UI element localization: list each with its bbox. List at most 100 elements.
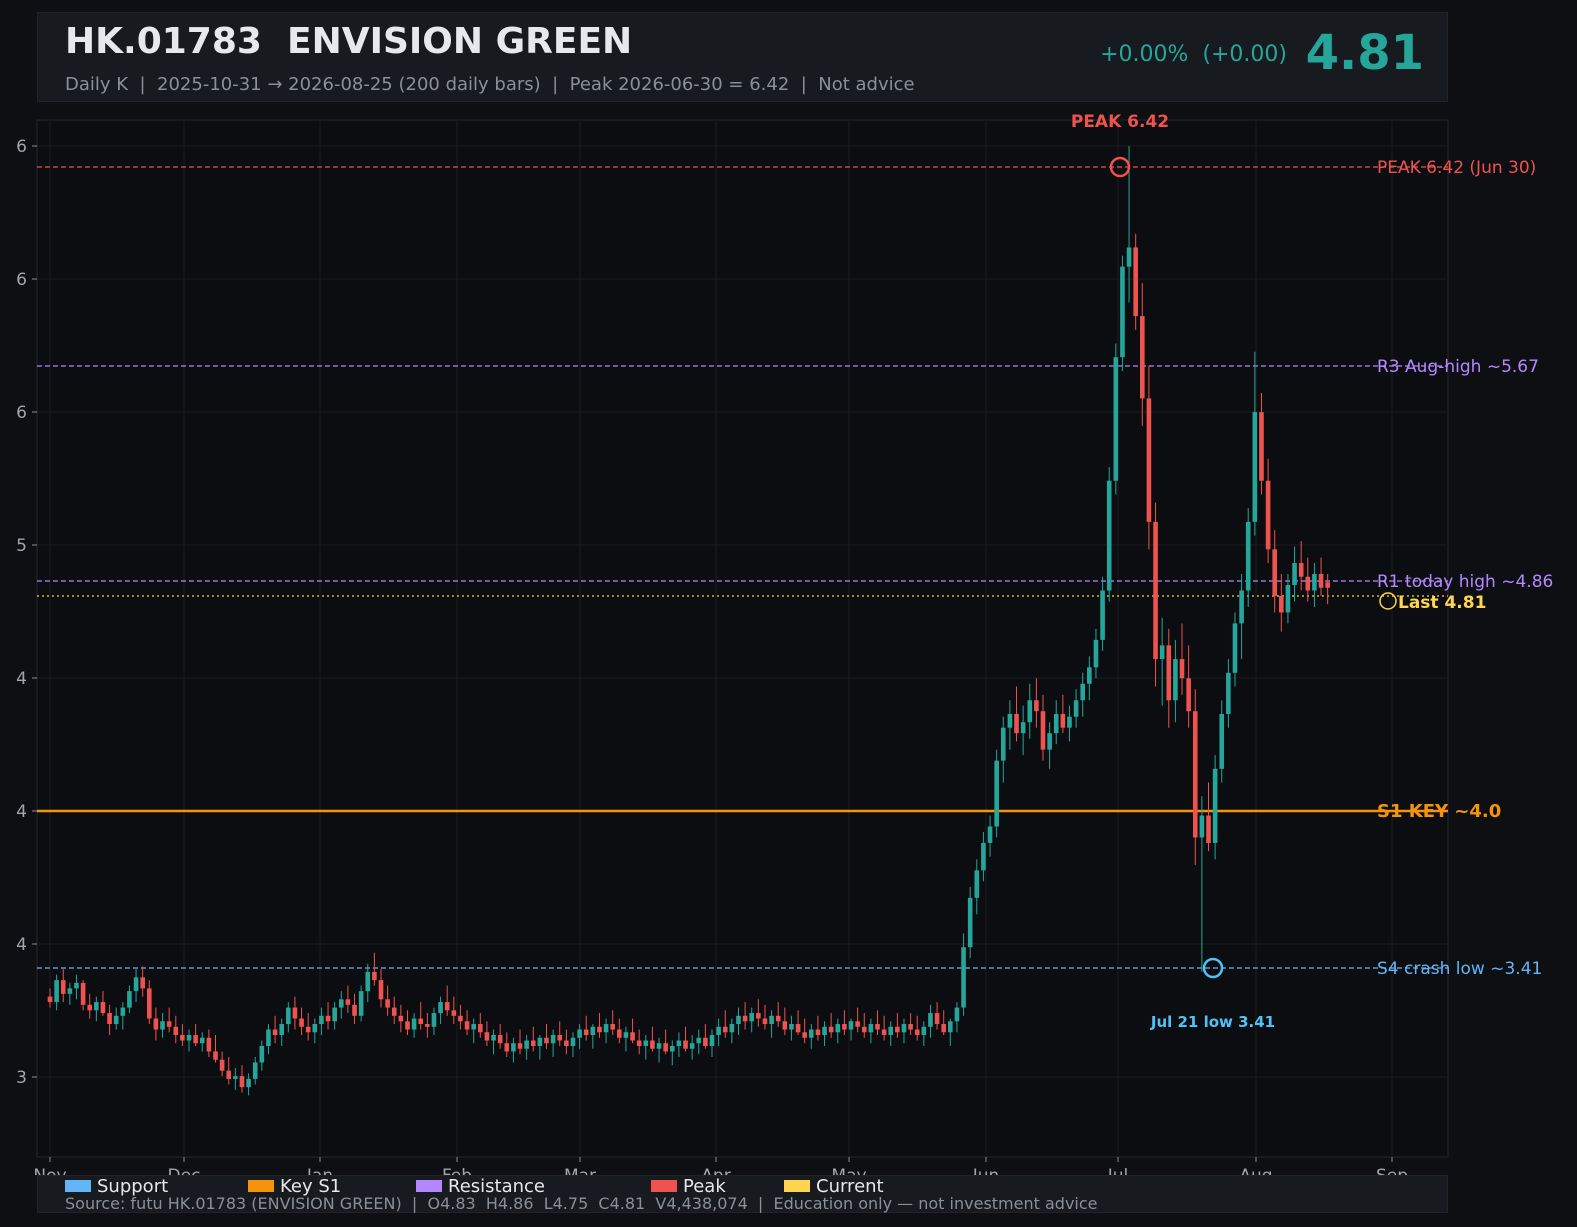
candle-body — [133, 977, 139, 992]
candle-body — [941, 1024, 946, 1033]
candle-body — [1153, 521, 1158, 660]
x-tick-label: Apr — [701, 1166, 730, 1175]
candle-body — [332, 1007, 337, 1022]
candle-body — [815, 1029, 821, 1036]
candle-body — [471, 1024, 476, 1030]
legend-item-resistance: Resistance — [416, 1176, 545, 1197]
candle-body — [1292, 563, 1297, 585]
candle-body — [716, 1026, 721, 1036]
candle-body — [782, 1021, 788, 1030]
candle-body — [206, 1037, 212, 1052]
candle-body — [345, 999, 351, 1005]
candle-body — [689, 1043, 695, 1049]
candle-body — [418, 1018, 424, 1025]
candle-body — [1000, 727, 1006, 761]
candle-body — [1212, 768, 1218, 843]
candle-body — [94, 1002, 99, 1011]
candle-body — [484, 1032, 490, 1041]
candle-body — [1120, 266, 1125, 358]
candle-body — [272, 1029, 278, 1036]
candle-body — [1159, 645, 1165, 660]
candle-body — [451, 1010, 457, 1016]
candle-body — [881, 1029, 887, 1036]
candle-body — [199, 1037, 205, 1044]
y-tick-label: 6 — [16, 137, 27, 157]
candle-body — [1067, 716, 1072, 728]
candle-body — [974, 870, 980, 898]
x-tick-label: Sep — [1376, 1166, 1408, 1175]
candle-body — [756, 1013, 761, 1019]
candle-body — [934, 1013, 940, 1025]
candle-body — [709, 1035, 715, 1046]
candle-body — [358, 991, 364, 1016]
candle-body — [193, 1035, 198, 1044]
candle-body — [1040, 711, 1046, 750]
y-tick-label: 6 — [16, 270, 27, 290]
candle-body — [762, 1018, 768, 1025]
candle-body — [1199, 815, 1205, 838]
candle-body — [186, 1035, 192, 1041]
candle-body — [458, 1015, 463, 1022]
y-tick-label: 4 — [16, 802, 27, 822]
candle-body — [603, 1024, 609, 1033]
y-tick-label: 5 — [16, 536, 27, 556]
candle-body — [1265, 480, 1271, 550]
candle-body — [550, 1035, 556, 1044]
legend-item-peak: Peak — [651, 1176, 726, 1197]
candle-body — [120, 1007, 126, 1016]
peak-annotation: PEAK 6.42 — [1071, 112, 1169, 132]
candle-body — [1027, 700, 1033, 723]
level-label-support: S4 crash low ~3.41 — [1377, 959, 1542, 979]
candle-body — [1312, 574, 1317, 591]
candle-body — [213, 1051, 218, 1060]
candle-body — [1093, 639, 1099, 668]
candle-body — [908, 1024, 913, 1030]
candle-body — [564, 1040, 569, 1046]
candle-body — [378, 980, 384, 1000]
candle-body — [1325, 582, 1330, 588]
candle-body — [438, 1002, 443, 1014]
candle-body — [411, 1018, 417, 1030]
candle-body — [87, 1004, 93, 1011]
level-label-key_s1: S1 KEY ~4.0 — [1377, 801, 1501, 822]
candle-body — [113, 1015, 119, 1025]
candle-body — [246, 1078, 251, 1088]
source-note: Source: futu HK.01783 (ENVISION GREEN) |… — [65, 1194, 1098, 1213]
candle-body — [722, 1026, 728, 1033]
candle-body — [1014, 713, 1019, 734]
legend-item-current: Current — [784, 1176, 884, 1197]
candle-body — [286, 1007, 291, 1025]
candle-body — [464, 1021, 470, 1030]
candle-body — [233, 1076, 238, 1079]
candle-body — [842, 1024, 847, 1030]
legend-swatch — [416, 1180, 442, 1192]
candle-body — [961, 947, 966, 1008]
y-tick-label: 4 — [16, 669, 27, 689]
candle-body — [1146, 398, 1152, 522]
candle-body — [663, 1043, 668, 1052]
candle-body — [266, 1029, 271, 1046]
candle-body — [861, 1026, 867, 1033]
candle-body — [769, 1015, 774, 1025]
candle-body — [544, 1037, 549, 1044]
candle-body — [1140, 316, 1145, 399]
candle-body — [1113, 357, 1119, 481]
y-tick-label: 4 — [16, 935, 27, 955]
candle-body — [1192, 711, 1198, 838]
candle-body — [1080, 683, 1086, 701]
legend-swatch — [784, 1180, 810, 1192]
candle-body — [809, 1029, 814, 1038]
candle-body — [504, 1043, 510, 1052]
candle-body — [1279, 595, 1284, 613]
candle-body — [636, 1040, 642, 1046]
x-tick-label: Jul — [1107, 1166, 1129, 1175]
candle-body — [789, 1024, 794, 1030]
candle-body — [1106, 480, 1112, 591]
level-label-resistance: R1 today high ~4.86 — [1377, 572, 1553, 592]
candle-body — [1020, 722, 1026, 734]
legend-swatch — [248, 1180, 274, 1192]
candle-body — [1126, 247, 1132, 267]
candle-body — [676, 1040, 682, 1046]
candle-body — [80, 982, 86, 1005]
candle-body — [928, 1013, 933, 1027]
